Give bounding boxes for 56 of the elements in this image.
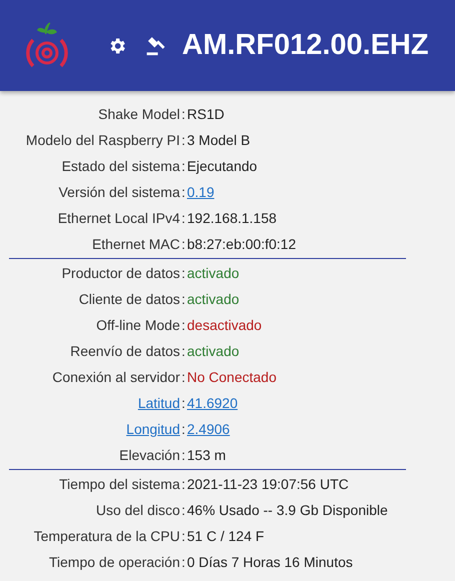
field-label: Estado del sistema [62,158,180,174]
colon: : [180,234,186,254]
field-label: Ethernet MAC [92,236,180,252]
field-label: Off-line Mode [96,316,180,332]
field-value: 192.168.1.158 [187,208,277,228]
field-label: Ethernet Local IPv4 [58,210,180,226]
colon: : [180,526,186,546]
colon: : [180,474,186,494]
label-link[interactable]: Longitud [126,420,180,436]
colon: : [180,500,186,520]
field-label: Modelo del Raspberry PI [26,132,180,148]
field-label: Cliente de datos [78,290,180,306]
value-link[interactable]: 2.4906 [187,418,230,440]
value-link[interactable]: 0.19 [187,182,214,202]
field-value: RS1D [187,104,224,124]
station-title: AM.RF012.00.EHZ [182,28,429,63]
colon: : [180,420,186,438]
field-label: Productor de datos [62,264,180,280]
status-value: desactivado [187,316,262,334]
colon: : [180,316,186,334]
value-link[interactable]: 41.6920 [187,392,238,414]
colon: : [180,104,186,124]
colon: : [180,156,186,176]
colon: : [180,552,186,572]
field-label: Uso del disco [96,502,180,518]
gavel-icon[interactable] [145,34,167,56]
colon: : [180,446,186,464]
colon: : [180,130,186,150]
status-value: activado [187,290,240,308]
field-label: Shake Model [98,106,180,122]
field-value: Ejecutando [187,156,258,176]
field-value: 51 C / 124 F [187,526,264,546]
field-label: Conexión al servidor [52,368,180,384]
status-value: No Conectado [187,368,277,386]
field-value: 3 Model B [187,130,250,150]
status-value: activado [187,342,240,360]
field-label: Temperatura de la CPU [34,528,180,544]
field-label: Tiempo del sistema [59,476,180,492]
colon: : [180,290,186,308]
field-label: Versión del sistema [58,184,180,200]
field-value: 0 Días 7 Horas 16 Minutos [187,552,353,572]
field-value: 2021-11-23 19:07:56 UTC [187,474,349,494]
field-value: b8:27:eb:00:f0:12 [187,234,296,254]
colon: : [180,264,186,282]
colon: : [180,342,186,360]
field-label: Elevación [119,446,180,462]
label-link[interactable]: Latitud [138,394,180,410]
field-value: 153 m [187,446,226,464]
field-value: 46% Usado -- 3.9 Gb Disponible [187,500,388,520]
field-label: Tiempo de operación [48,554,180,570]
colon: : [180,208,186,228]
status-value: activado [187,264,240,282]
field-label: Reenvío de datos [70,342,180,358]
colon: : [180,182,186,202]
colon: : [180,394,186,412]
colon: : [180,368,186,386]
